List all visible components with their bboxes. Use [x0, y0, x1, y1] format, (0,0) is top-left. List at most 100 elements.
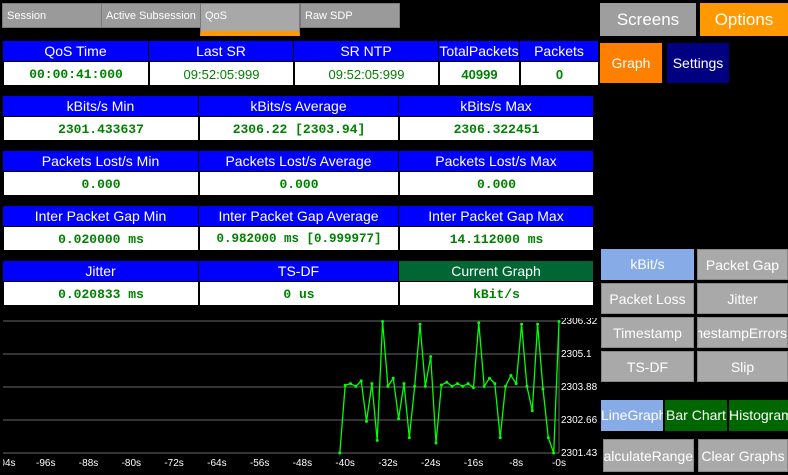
x-tick-label: -88s — [79, 458, 98, 469]
sr-ntp-value: 09:52:05:999 — [294, 61, 439, 86]
last-sr-value: 09:52:05:999 — [149, 61, 294, 86]
data-point — [536, 322, 540, 326]
data-point — [413, 384, 417, 388]
graph-slip-button[interactable]: Slip — [697, 351, 788, 382]
data-point — [423, 384, 427, 388]
data-point — [520, 322, 524, 326]
settings-view-button[interactable]: Settings — [667, 43, 729, 83]
x-tick-label: -8s — [509, 458, 523, 469]
data-point — [402, 382, 406, 386]
data-point — [429, 355, 433, 359]
current-graph-value: kBit/s — [399, 281, 594, 306]
y-tick-label: 2302.66 — [561, 415, 598, 426]
recalculate-range-button[interactable]: RecalculateRange — [603, 439, 694, 472]
tab-qos[interactable]: QoS — [200, 3, 300, 36]
data-point — [461, 384, 465, 388]
data-point — [445, 380, 449, 384]
data-point — [466, 382, 470, 386]
options-button[interactable]: Options — [700, 3, 788, 36]
graph-packet-gap-button[interactable]: Packet Gap — [697, 249, 788, 280]
graph-timestamp-errors-label: TimestampErrors — [698, 325, 787, 341]
data-point — [530, 409, 534, 413]
jitter-value: 0.020833 ms — [3, 281, 199, 306]
graph-view-button[interactable]: Graph — [600, 43, 662, 83]
y-tick-label: 2303.88 — [561, 382, 598, 393]
data-point — [455, 382, 459, 386]
data-point — [450, 384, 454, 388]
data-point — [482, 384, 486, 388]
data-point — [498, 436, 502, 440]
graph-kbits-button[interactable]: kBit/s — [601, 249, 694, 280]
clear-graphs-button[interactable]: Clear Graphs — [698, 439, 788, 472]
tab-raw-sdp[interactable]: Raw SDP — [300, 3, 400, 28]
data-point — [418, 322, 422, 326]
histogram-button[interactable]: Histogram — [729, 400, 788, 431]
x-tick-label: -48s — [293, 458, 312, 469]
packets-lost-min-value: 0.000 — [3, 171, 199, 196]
kbits-avg-header: kBits/s Average — [199, 96, 399, 116]
data-point — [504, 384, 508, 388]
x-tick-label: -56s — [250, 458, 269, 469]
y-tick-label: 2301.43 — [561, 448, 598, 459]
packets-lost-max-header: Packets Lost/s Max — [399, 151, 594, 171]
data-point — [343, 383, 347, 387]
data-point — [493, 382, 497, 386]
graph-timestamp-errors-button[interactable]: TimestampErrors — [697, 317, 788, 348]
total-packets-value: 40999 — [439, 61, 520, 86]
line-graph-button[interactable]: LineGraph — [601, 400, 663, 431]
data-point — [557, 320, 561, 324]
data-point — [541, 387, 545, 391]
data-point — [488, 376, 491, 380]
data-point — [552, 451, 556, 455]
y-tick-label: 2306.32 — [561, 318, 598, 327]
data-point — [338, 451, 342, 455]
data-point — [509, 374, 513, 378]
tsdf-value: 0 us — [199, 281, 399, 306]
tab-session[interactable]: Session — [2, 3, 102, 28]
qos-time-value: 00:00:41:000 — [3, 61, 149, 86]
x-tick-label: -0s — [552, 458, 566, 469]
graph-jitter-button[interactable]: Jitter — [697, 283, 788, 314]
graph-timestamp-button[interactable]: Timestamp — [601, 317, 694, 348]
data-point — [514, 382, 518, 386]
packets-lost-max-value: 0.000 — [399, 171, 594, 196]
kbits-avg-value: 2306.22 [2303.94] — [199, 116, 399, 141]
ipg-min-header: Inter Packet Gap Min — [3, 206, 199, 226]
sr-ntp-header: SR NTP — [294, 41, 439, 61]
kbits-min-value: 2301.433637 — [3, 116, 199, 141]
qos-time-header: QoS Time — [3, 41, 149, 61]
graph-tsdf-button[interactable]: TS-DF — [601, 351, 694, 382]
kbits-max-value: 2306.322451 — [399, 116, 594, 141]
x-tick-label: -72s — [164, 458, 183, 469]
screens-button[interactable]: Screens — [600, 3, 696, 36]
x-tick-label: -24s — [421, 458, 440, 469]
graph-packet-loss-button[interactable]: Packet Loss — [601, 283, 694, 314]
tab-active-subsession[interactable]: Active Subsession — [101, 3, 201, 28]
data-point — [407, 436, 411, 440]
ipg-max-header: Inter Packet Gap Max — [399, 206, 594, 226]
tsdf-header: TS-DF — [199, 261, 399, 281]
x-tick-label: -64s — [207, 458, 226, 469]
data-point — [354, 384, 358, 388]
packets-lost-avg-header: Packets Lost/s Average — [199, 151, 399, 171]
y-tick-label: 2305.1 — [561, 349, 592, 360]
packets-lost-min-header: Packets Lost/s Min — [3, 151, 199, 171]
bar-chart-button[interactable]: Bar Chart — [665, 400, 727, 431]
x-tick-label: -40s — [335, 458, 354, 469]
x-tick-label: -80s — [122, 458, 141, 469]
last-sr-header: Last SR — [149, 41, 294, 61]
packets-lost-avg-value: 0.000 — [199, 171, 399, 196]
kbits-min-header: kBits/s Min — [3, 96, 199, 116]
data-point — [525, 384, 529, 388]
data-point — [386, 384, 390, 388]
x-tick-label: -104s — [3, 458, 16, 469]
data-point — [397, 417, 401, 421]
data-point — [359, 379, 363, 383]
recalculate-range-label: RecalculateRange — [603, 448, 693, 464]
data-point — [546, 436, 550, 440]
data-point — [391, 376, 395, 380]
data-point — [365, 419, 369, 423]
x-tick-label: -32s — [378, 458, 397, 469]
ipg-avg-value: 0.982000 ms [0.999977] — [199, 226, 399, 251]
data-point — [349, 382, 352, 386]
